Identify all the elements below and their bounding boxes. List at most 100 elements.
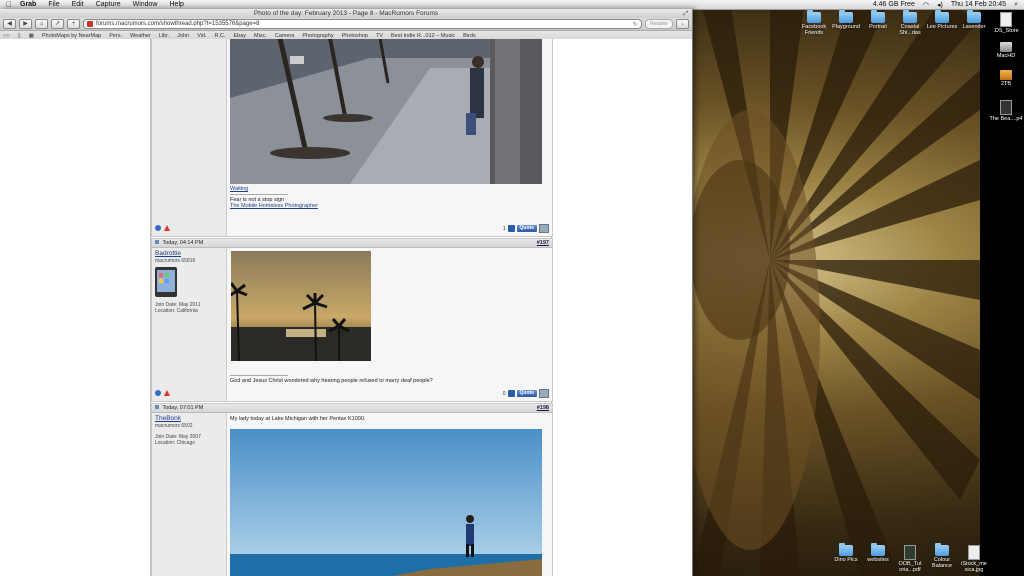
external-disk-icon [1000, 70, 1012, 80]
desktop-right-strip [980, 9, 1024, 576]
desktop-folder[interactable]: Lavender [956, 10, 992, 30]
desktop-file[interactable]: The Bea....p4 [988, 100, 1024, 122]
menu-edit[interactable]: Edit [66, 1, 90, 8]
back-button[interactable]: ◀ [3, 19, 16, 29]
desktop-folder[interactable]: Lee Pictures [924, 10, 960, 30]
image-file-icon [968, 545, 980, 560]
menu-app-name[interactable]: Grab [14, 1, 42, 8]
desktop-folder[interactable]: websites [860, 543, 896, 563]
bookmark-item[interactable]: Best Indie R...012 – Music [391, 33, 455, 39]
post-message: God and Jesus Christ wondered why hearin… [230, 373, 433, 384]
forward-button[interactable]: ▶ [19, 19, 32, 29]
menu-window[interactable]: Window [127, 1, 164, 8]
folder-icon [839, 543, 853, 556]
browser-window: Photo of the day: February 2013 - Page 8… [0, 9, 693, 576]
desktop-folder[interactable]: Dino Pics [828, 543, 864, 563]
post-user-pane: TheBonk macrumors 6502 Join Date: May 20… [152, 413, 227, 576]
bookmark-item[interactable]: Misc. [254, 33, 267, 39]
clock[interactable]: Thu 14 Feb 20:45 [951, 1, 1006, 8]
signature-link[interactable]: The Mobile Homeless Photographer [230, 203, 318, 209]
desktop-folder[interactable]: Coastal Shi...das [892, 10, 928, 36]
top-sites-icon[interactable]: ▦ [29, 33, 34, 39]
thanks-icon[interactable] [507, 390, 515, 397]
forum-thread: Waiting Fear is not a stop sign The Mobi… [150, 39, 553, 576]
bookmark-item[interactable]: TV [376, 33, 383, 39]
reader-button[interactable]: Reader [644, 19, 673, 29]
bookmark-item[interactable]: PhotoMaps by NearMap [42, 33, 101, 39]
window-title: Photo of the day: February 2013 - Page 8… [253, 10, 439, 17]
bookmarks-icon[interactable]: ▯ [18, 33, 21, 39]
bookmark-item[interactable]: Birds [463, 33, 476, 39]
post-photo-lake[interactable] [230, 429, 542, 576]
bookmark-item[interactable]: Libr. [159, 33, 169, 39]
quote-button[interactable]: Quote [516, 390, 537, 397]
folder-icon [871, 543, 885, 556]
report-post-icon[interactable] [164, 390, 170, 396]
post-photo-street[interactable] [230, 39, 542, 184]
window-titlebar: Photo of the day: February 2013 - Page 8… [0, 9, 692, 18]
desktop-file[interactable]: iStock_me sica.jpg [956, 545, 992, 573]
multi-quote-icon[interactable] [539, 224, 549, 233]
quote-button[interactable]: Quote [516, 225, 537, 232]
spotlight-icon[interactable]: ⌕ [1014, 1, 1018, 9]
thanks-count: 0 [502, 390, 506, 397]
reading-list-icon[interactable]: ○○ [3, 33, 10, 39]
bookmark-item[interactable]: Pers. [109, 33, 122, 39]
share-button[interactable]: ↗ [51, 19, 64, 29]
username-link[interactable]: Badrottie [155, 250, 223, 257]
address-bar[interactable]: forums.macrumors.com/showthread.php?t=15… [83, 19, 642, 29]
desktop-disk[interactable]: 2TB [988, 70, 1024, 87]
photo-caption-link[interactable]: Waiting [230, 186, 318, 192]
forum-post: Waiting Fear is not a stop sign The Mobi… [151, 39, 553, 237]
reputation-icon[interactable] [155, 225, 161, 231]
apple-menu-icon[interactable]:  [4, 0, 14, 9]
signature-divider [230, 375, 288, 376]
folder-icon [903, 10, 917, 23]
thanks-icon[interactable] [507, 225, 515, 232]
bookmark-item[interactable]: Vid. [197, 33, 206, 39]
menu-file[interactable]: File [42, 1, 65, 8]
post-date: Today, 04:14 PM [162, 240, 204, 246]
menu-help[interactable]: Help [164, 1, 190, 8]
volume-icon[interactable]: ◂) [937, 1, 943, 9]
bookmark-item[interactable]: Photoshop [342, 33, 368, 39]
desktop-file[interactable]: OOB_Tut oria...pdf [892, 545, 928, 573]
menu-capture[interactable]: Capture [90, 1, 127, 8]
desktop-file[interactable]: .DS_Store [988, 12, 1024, 34]
reload-icon[interactable]: ↻ [633, 21, 638, 28]
multi-quote-icon[interactable] [539, 389, 549, 398]
add-bookmark-button[interactable]: + [67, 19, 80, 29]
post-status-icon [155, 240, 159, 244]
folder-icon [839, 10, 853, 23]
desktop-disk[interactable]: MacHD [988, 42, 1024, 59]
avatar[interactable] [155, 267, 177, 297]
reputation-icon[interactable] [155, 390, 161, 396]
bookmark-item[interactable]: Photography [302, 33, 333, 39]
hard-disk-icon [1000, 42, 1012, 52]
wifi-icon[interactable]: ◠ [923, 1, 929, 9]
post-photo-palms[interactable] [231, 251, 371, 361]
post-number[interactable]: #197 [537, 239, 549, 247]
bookmark-item[interactable]: John [177, 33, 189, 39]
post-header: Today, 04:14 PM #197 [152, 239, 552, 248]
bookmark-item[interactable]: R.C. [214, 33, 225, 39]
post-status-icon [155, 405, 159, 409]
pdf-file-icon [904, 545, 916, 560]
fullscreen-icon[interactable]: ⤢ [683, 10, 688, 19]
bookmark-item[interactable]: Camera [275, 33, 295, 39]
video-file-icon [1000, 100, 1012, 115]
user-location: Location: Chicago [155, 440, 196, 446]
bookmark-item[interactable]: Weather [130, 33, 151, 39]
post-text: God and Jesus Christ wondered why hearin… [230, 378, 433, 384]
post-number[interactable]: #198 [537, 404, 549, 412]
username-link[interactable]: TheBonk [155, 415, 223, 422]
bookmark-item[interactable]: Ebay [233, 33, 246, 39]
home-button[interactable]: ⌂ [35, 19, 48, 29]
desktop-folder[interactable]: Colour Balance [924, 543, 960, 569]
downloads-button[interactable]: ↓ [676, 19, 689, 29]
folder-icon [967, 10, 981, 23]
desktop-folder[interactable]: Playground [828, 10, 864, 30]
desktop-folder[interactable]: Portrait [860, 10, 896, 30]
desktop-folder[interactable]: Facebook Friends [796, 10, 832, 36]
report-post-icon[interactable] [164, 225, 170, 231]
